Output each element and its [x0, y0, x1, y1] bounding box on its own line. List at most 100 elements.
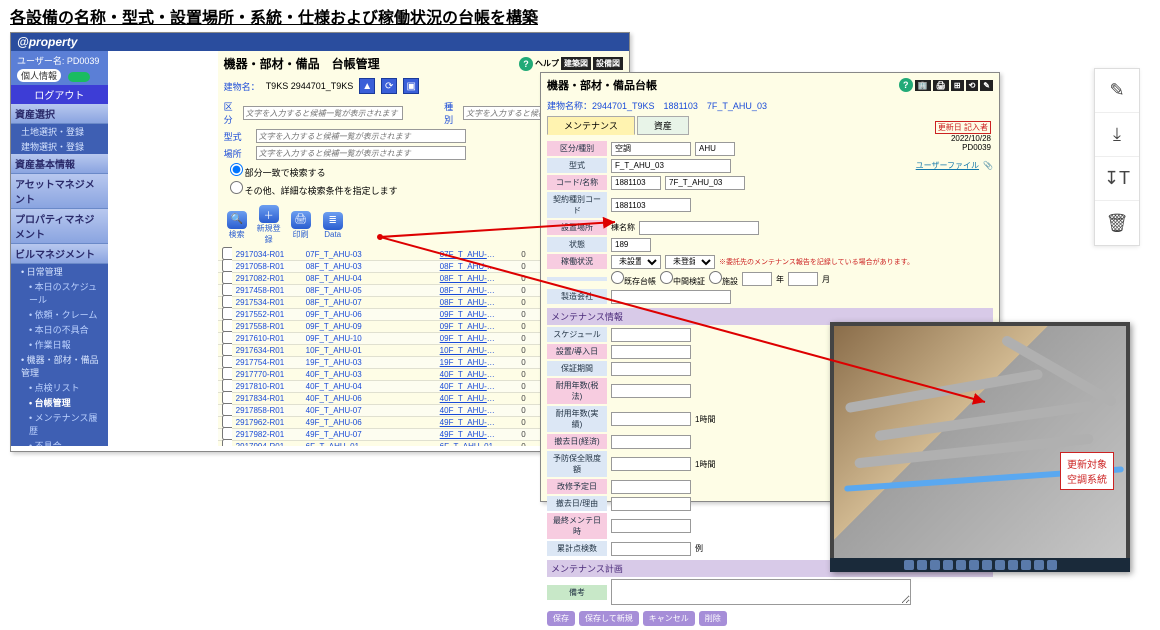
btn-cancel[interactable]: キャンセル [643, 611, 695, 626]
row-link: 09F_T_AHU-10 [436, 334, 500, 343]
maint-input[interactable] [611, 497, 691, 511]
det-code2[interactable] [665, 176, 745, 190]
side-group-asset-basic[interactable]: 資産基本情報 [11, 154, 108, 174]
dbtn-3[interactable]: ⊞ [951, 80, 964, 91]
maint-input[interactable] [611, 345, 691, 359]
help-icon[interactable]: ? [519, 57, 533, 71]
det-remark[interactable] [611, 579, 911, 605]
side-bm-item[interactable]: • 日常管理 [11, 264, 108, 279]
det-code1[interactable] [611, 176, 661, 190]
btn-new[interactable]: ＋ [259, 205, 279, 223]
radio-detail[interactable]: その他、詳細な検索条件を指定します [230, 181, 398, 197]
row-link: 6F_T_AHU_01 [436, 442, 500, 446]
det-kubun[interactable] [611, 142, 691, 156]
page-title: 各設備の名称・型式・設置場所・系統・仕様および稼働状況の台帳を構築 [0, 0, 1160, 32]
side-bm-item[interactable]: • 機器・部材・備品管理 [11, 352, 108, 380]
row-link: 49F_T_AHU-06 [436, 418, 500, 427]
side-bm-item[interactable]: • 本日のスケジュール [11, 279, 108, 307]
maint-input[interactable] [611, 542, 691, 556]
input-bsho[interactable] [256, 146, 466, 160]
side-group-property-mgmt[interactable]: プロパティマネジメント [11, 209, 108, 244]
row-link: 08F_T_AHU-07 [436, 298, 500, 307]
text-size-icon[interactable]: ↧T [1095, 157, 1139, 201]
side-bm-item[interactable]: • メンテナンス履歴 [11, 410, 108, 438]
row-link: 09F_T_AHU-09 [436, 322, 500, 331]
dbtn-2[interactable]: 🖨 [933, 80, 949, 91]
radio-partial[interactable]: 部分一致で検索する [230, 163, 326, 179]
user-name: ユーザー名: PD0039 [17, 54, 102, 67]
btn-expand[interactable]: ▣ [403, 78, 419, 94]
btn-delete[interactable]: 削除 [699, 611, 727, 626]
maint-input[interactable] [611, 362, 691, 376]
side-bm-item[interactable]: • 台帳管理 [11, 395, 108, 410]
panel-title: 機器・部材・備品 台帳管理 [224, 55, 380, 72]
main-window: @property ユーザー名: PD0039 個人情報 ログアウト 資産選択 … [10, 32, 630, 452]
side-bm-item[interactable]: • 依頼・クレーム [11, 307, 108, 322]
btn-refresh[interactable]: ⟳ [381, 78, 397, 94]
side-bm-item[interactable]: • 作業日報 [11, 337, 108, 352]
callout-label: 更新対象 空調系統 [1060, 452, 1114, 490]
maint-input[interactable] [611, 435, 691, 449]
btn-equip-drawing[interactable]: 設備図 [593, 57, 623, 70]
bim-toolbar[interactable] [830, 558, 1130, 572]
dbtn-5[interactable]: ✎ [980, 80, 993, 91]
delete-icon[interactable]: 🗑 [1095, 201, 1139, 245]
row-link: 40F_T_AHU-07 [436, 406, 500, 415]
det-op1[interactable]: 未設置 [611, 255, 661, 269]
row-link: 08F_T_AHU-03 [436, 262, 500, 271]
building-label: 建物名： [224, 80, 260, 93]
maint-input[interactable] [611, 519, 691, 533]
dbtn-4[interactable]: ⟲ [966, 80, 979, 91]
row-link: 07F_T_AHU-03 [436, 250, 500, 259]
account-button[interactable]: 個人情報 [17, 69, 61, 82]
tab-asset[interactable]: 資産 [637, 116, 689, 135]
side-bm-item[interactable]: • 不具合 [11, 438, 108, 446]
dbtn-1[interactable]: 🏢 [915, 80, 931, 91]
download-icon[interactable]: ⤓ [1095, 113, 1139, 157]
btn-print[interactable]: 🖨 [291, 211, 311, 229]
det-katashiki[interactable] [611, 159, 731, 173]
btn-save-new[interactable]: 保存して新規 [579, 611, 639, 626]
det-contract[interactable] [611, 198, 691, 212]
btn-save[interactable]: 保存 [547, 611, 575, 626]
stamp-box: 更新日 記入者 2022/10/28 PD0039 [935, 121, 991, 152]
sidebar: ユーザー名: PD0039 個人情報 ログアウト 資産選択 土地選択・登録 建物… [11, 51, 108, 446]
maint-input[interactable] [611, 412, 691, 426]
logout-button[interactable]: ログアウト [11, 85, 108, 104]
btn-data[interactable]: ≣ [323, 212, 343, 230]
side-bm-item[interactable]: • 点検リスト [11, 380, 108, 395]
side-group-asset-mgmt[interactable]: アセットマネジメント [11, 174, 108, 209]
maint-input[interactable] [611, 457, 691, 471]
side-group-building-mgmt[interactable]: ビルマネジメント [11, 244, 108, 264]
btn-search[interactable]: 🔍 [227, 211, 247, 229]
bim-3d-view: 更新対象 空調系統 [830, 322, 1130, 572]
brand-logo: @property [17, 35, 77, 49]
input-kubun[interactable] [243, 106, 403, 120]
det-kubun-code[interactable] [695, 142, 735, 156]
row-link: 08F_T_AHU-05 [436, 286, 500, 295]
side-bm-item[interactable]: • 本日の不具合 [11, 322, 108, 337]
btn-up[interactable]: ▲ [359, 78, 375, 94]
tab-maintenance[interactable]: メンテナンス [547, 116, 635, 135]
help-icon-2[interactable]: ? [899, 78, 913, 92]
row-link: 09F_T_AHU-06 [436, 310, 500, 319]
maint-input[interactable] [611, 328, 691, 342]
brand-bar: @property [11, 33, 629, 51]
side-item-building[interactable]: 建物選択・登録 [11, 139, 108, 154]
input-mei[interactable] [256, 129, 466, 143]
maint-input[interactable] [611, 480, 691, 494]
row-link: 40F_T_AHU-04 [436, 382, 500, 391]
btn-arch-drawing[interactable]: 建築図 [561, 57, 591, 70]
row-link: 19F_T_AHU-03 [436, 358, 500, 367]
maint-input[interactable] [611, 384, 691, 398]
det-status-num[interactable] [611, 238, 651, 252]
side-item-land[interactable]: 土地選択・登録 [11, 124, 108, 139]
det-op2[interactable]: 未登録 [665, 255, 715, 269]
detail-bldg: 建物名称：2944701_T9KS 1881103 7F_T_AHU_03 [547, 99, 767, 112]
link-userfile[interactable]: ユーザーファイル [916, 160, 979, 171]
det-location[interactable] [639, 221, 759, 235]
building-value: T9KS 2944701_T9KS [266, 81, 354, 91]
det-manufacturer[interactable] [611, 290, 731, 304]
sidebar-toggle[interactable] [68, 72, 90, 82]
edit-icon[interactable]: ✎ [1095, 69, 1139, 113]
